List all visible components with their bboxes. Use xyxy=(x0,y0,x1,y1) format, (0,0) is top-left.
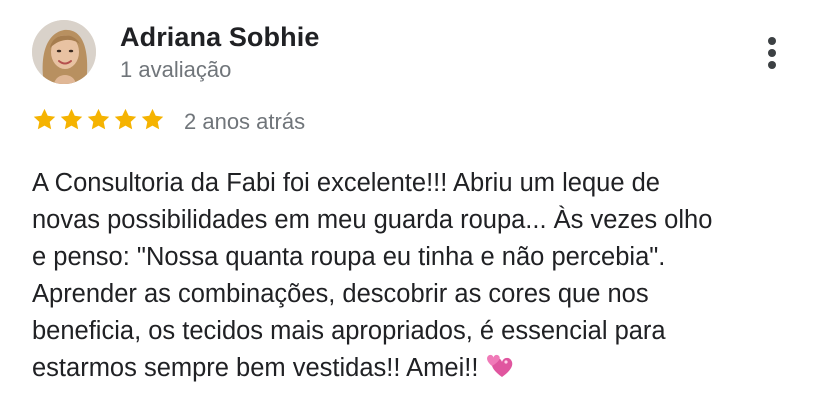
review-text-line: A Consultoria da Fabi foi excelente!!! A… xyxy=(32,169,660,197)
star-icon xyxy=(60,108,83,130)
star-icon xyxy=(33,108,56,130)
review-card: Adriana Sobhie 1 avaliação 2 anos atrás … xyxy=(0,0,828,417)
avatar[interactable] xyxy=(32,20,96,84)
more-vertical-icon-dot xyxy=(768,49,776,57)
revolving-hearts-icon xyxy=(487,354,513,377)
review-text: A Consultoria da Fabi foi excelente!!! A… xyxy=(32,165,812,387)
review-text-line: estarmos sempre bem vestidas!! Amei!! xyxy=(32,350,812,387)
more-options-button[interactable] xyxy=(760,33,784,73)
star-icon xyxy=(141,108,164,130)
more-vertical-icon xyxy=(768,37,776,45)
star-rating xyxy=(32,107,165,132)
review-text-line: beneficia, os tecidos mais apropriados, … xyxy=(32,317,666,345)
author-review-count: 1 avaliação xyxy=(120,57,232,82)
star-icon xyxy=(114,108,137,130)
review-text-line: e penso: "Nossa quanta roupa eu tinha e … xyxy=(32,243,666,271)
review-text-line: Aprender as combinações, descobrir as co… xyxy=(32,280,649,308)
review-text-line: novas possibilidades em meu guarda roupa… xyxy=(32,206,713,234)
star-icon xyxy=(87,108,110,130)
avatar-photo xyxy=(32,20,96,84)
review-time: 2 anos atrás xyxy=(184,109,306,134)
author-name[interactable]: Adriana Sobhie xyxy=(120,22,319,53)
more-vertical-icon-dot xyxy=(768,61,776,69)
